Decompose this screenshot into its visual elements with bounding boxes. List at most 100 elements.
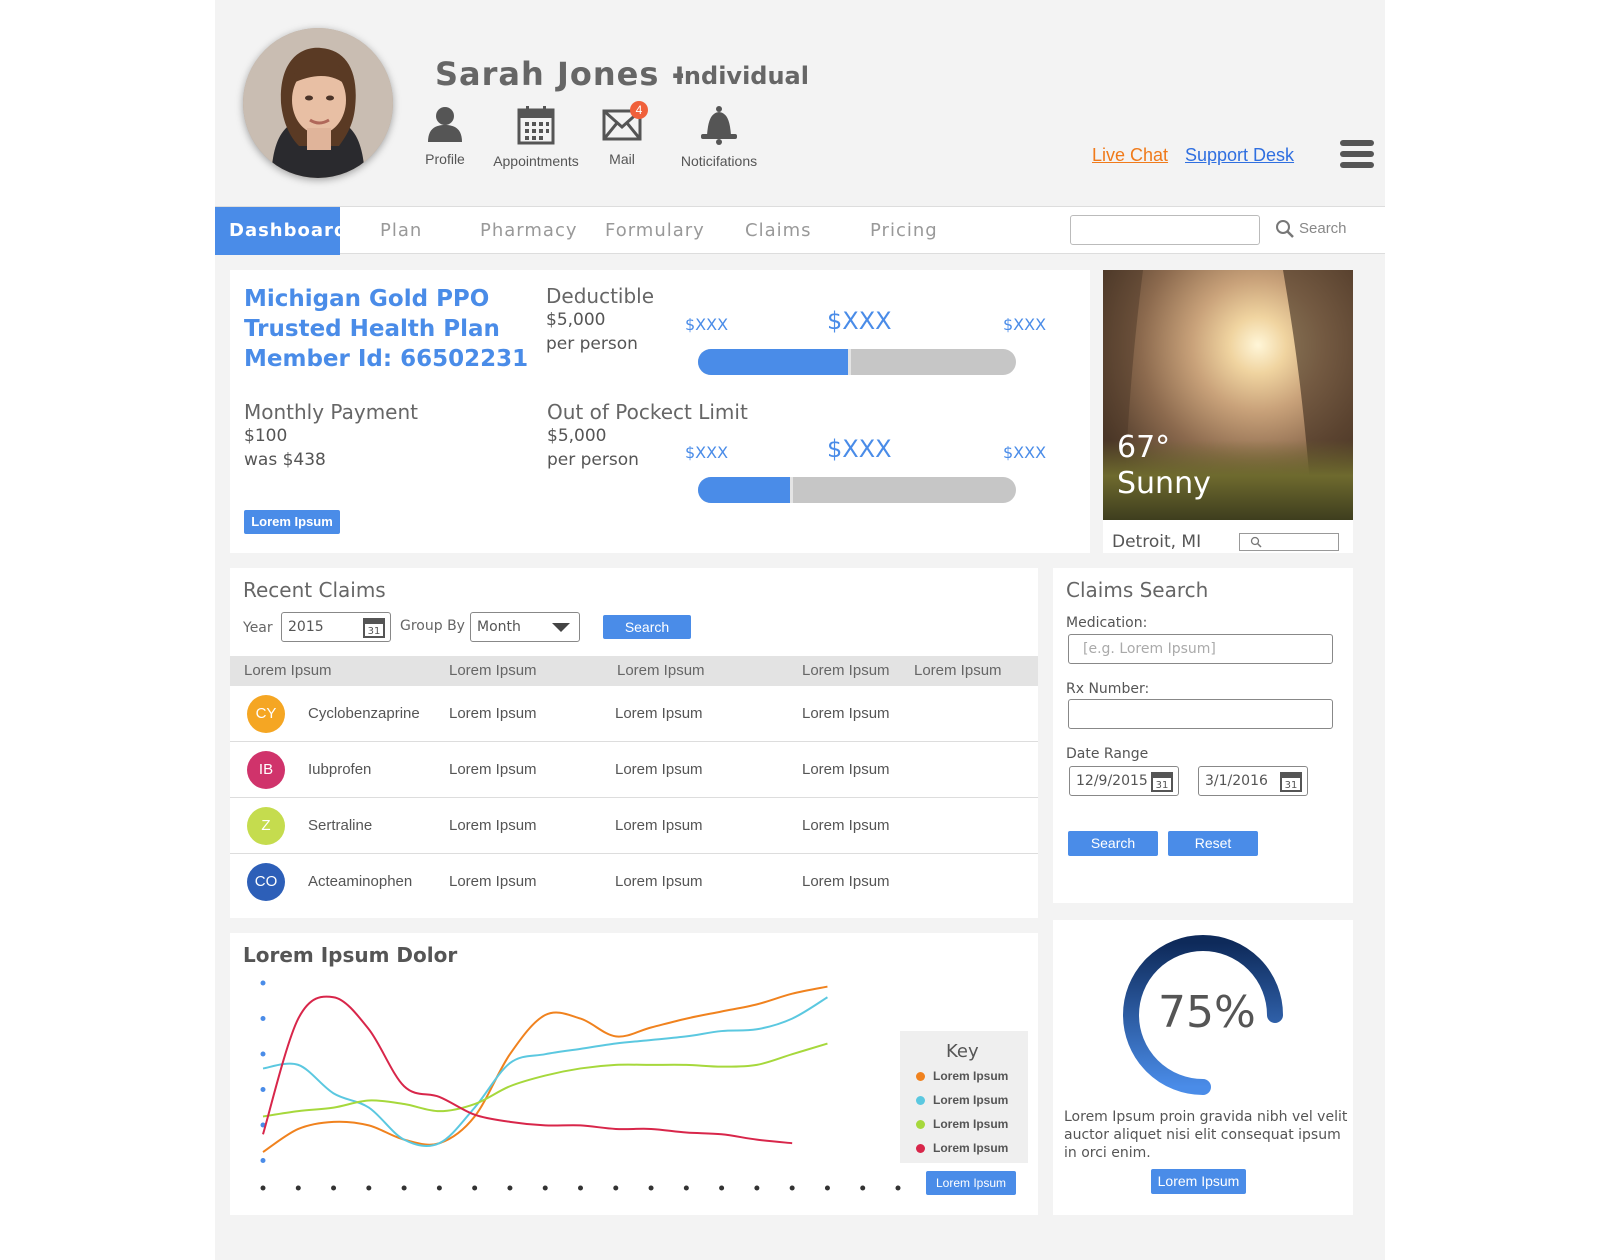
oop-progress-bar xyxy=(698,477,1016,503)
recent-claims-title: Recent Claims xyxy=(243,578,386,602)
x-axis-tick xyxy=(824,1185,830,1191)
calendar-icon[interactable]: 31 xyxy=(363,616,385,638)
drug-initials-badge: Z xyxy=(247,807,285,845)
calendar-icon[interactable]: 31 xyxy=(1151,770,1173,792)
y-axis-tick xyxy=(260,1087,266,1092)
chart-action-button[interactable]: Lorem Ipsum xyxy=(926,1171,1016,1195)
table-row[interactable]: CY Cyclobenzaprine Lorem Ipsum Lorem Ips… xyxy=(230,686,1038,742)
legend-title: Key xyxy=(946,1041,979,1062)
table-cell: Lorem Ipsum xyxy=(615,873,703,890)
table-cell: Lorem Ipsum xyxy=(615,705,703,722)
table-row[interactable]: Z Sertraline Lorem Ipsum Lorem Ipsum Lor… xyxy=(230,798,1038,854)
table-cell: Lorem Ipsum xyxy=(802,817,890,834)
drug-initials-badge: CO xyxy=(247,863,285,901)
table-row[interactable]: CO Acteaminophen Lorem Ipsum Lorem Ipsum… xyxy=(230,854,1038,910)
deductible-title: Deductible xyxy=(546,284,655,308)
x-axis-tick xyxy=(860,1185,866,1191)
tab-claims[interactable]: Claims xyxy=(745,207,812,255)
group-by-select[interactable]: Month xyxy=(470,612,580,642)
user-type: Individual xyxy=(675,62,809,90)
claims-search-title: Claims Search xyxy=(1066,578,1209,602)
table-row[interactable]: IB Iubprofen Lorem Ipsum Lorem Ipsum Lor… xyxy=(230,742,1038,798)
calendar-icon xyxy=(517,106,555,145)
x-axis-tick xyxy=(260,1185,266,1191)
tab-formulary[interactable]: Formulary xyxy=(605,207,705,255)
table-cell: Lorem Ipsum xyxy=(449,705,537,722)
tab-plan[interactable]: Plan xyxy=(380,207,422,255)
year-field[interactable]: 2015 31 xyxy=(281,612,391,642)
progress-action-button[interactable]: Lorem Ipsum xyxy=(1151,1169,1246,1194)
column-header[interactable]: Lorem Ipsum xyxy=(914,662,1002,679)
deductible-amount: $5,000 xyxy=(546,310,606,330)
legend-item: Lorem Ipsum xyxy=(916,1141,1008,1155)
rx-number-input[interactable] xyxy=(1068,699,1333,729)
mail-nav[interactable]: 4 Mail xyxy=(600,101,648,167)
x-axis-tick xyxy=(719,1185,725,1191)
medication-input[interactable]: [e.g. Lorem Ipsum] xyxy=(1068,634,1333,664)
table-cell: Lorem Ipsum xyxy=(802,873,890,890)
search-icon xyxy=(1276,220,1294,238)
legend-label: Lorem Ipsum xyxy=(933,1069,1009,1083)
claims-search-card: Claims Search Medication: [e.g. Lorem Ip… xyxy=(1053,568,1353,903)
column-header[interactable]: Lorem Ipsum xyxy=(617,662,705,679)
weather-search-input[interactable] xyxy=(1239,533,1339,551)
user-name: Sarah Jones - xyxy=(435,55,686,93)
table-cell: Lorem Ipsum xyxy=(449,873,537,890)
avatar[interactable] xyxy=(243,28,393,178)
y-axis-tick xyxy=(260,1051,266,1057)
nav-search-button[interactable]: Search xyxy=(1275,219,1347,239)
drug-name: Cyclobenzaprine xyxy=(308,705,420,722)
tab-dashboard[interactable]: Dashboard xyxy=(215,207,347,255)
x-axis-tick xyxy=(331,1185,337,1191)
table-cell: Lorem Ipsum xyxy=(449,817,537,834)
notifications-nav[interactable]: Noticifations xyxy=(677,105,761,169)
person-icon xyxy=(428,107,462,142)
medication-label: Medication: xyxy=(1066,615,1148,631)
calendar-icon[interactable]: 31 xyxy=(1280,770,1302,792)
legend-item: Lorem Ipsum xyxy=(916,1069,1008,1083)
live-chat-link[interactable]: Live Chat xyxy=(1092,145,1168,166)
date-from-field[interactable]: 12/9/2015 31 xyxy=(1069,766,1179,796)
deductible-current-label: $XXX xyxy=(827,307,892,335)
hamburger-menu-icon[interactable] xyxy=(1340,140,1374,170)
appointments-nav[interactable]: Appointments xyxy=(490,105,582,169)
recent-claims-search-button[interactable]: Search xyxy=(603,615,691,639)
column-header[interactable]: Lorem Ipsum xyxy=(802,662,890,679)
deductible-unit: per person xyxy=(546,334,638,354)
date-from-value: 12/9/2015 xyxy=(1076,773,1148,789)
drug-name: Sertraline xyxy=(308,817,373,834)
plan-action-button[interactable]: Lorem Ipsum xyxy=(244,510,340,534)
x-axis-tick xyxy=(472,1185,478,1191)
deductible-max-label: $XXX xyxy=(1003,315,1047,334)
weather-city: Detroit, MI xyxy=(1112,532,1202,552)
x-axis-tick xyxy=(366,1185,372,1191)
profile-nav[interactable]: Profile xyxy=(423,105,467,167)
weather-temperature: 67° xyxy=(1117,430,1171,465)
chart-legend: Key Lorem Ipsum Lorem Ipsum Lorem Ipsum … xyxy=(900,1031,1028,1163)
x-axis-tick xyxy=(542,1185,548,1191)
oop-current-label: $XXX xyxy=(827,435,892,463)
appointments-label: Appointments xyxy=(493,153,579,169)
nav-search-input[interactable] xyxy=(1070,215,1260,245)
legend-label: Lorem Ipsum xyxy=(933,1141,1009,1155)
y-axis-tick xyxy=(260,980,266,986)
nav-search-label: Search xyxy=(1299,219,1347,237)
y-axis-tick xyxy=(260,1016,266,1021)
date-to-field[interactable]: 3/1/2016 31 xyxy=(1198,766,1308,796)
support-desk-link[interactable]: Support Desk xyxy=(1185,145,1294,166)
claims-search-button[interactable]: Search xyxy=(1068,831,1158,856)
x-axis-tick xyxy=(436,1185,442,1191)
drug-name: Iubprofen xyxy=(308,761,372,778)
group-by-value: Month xyxy=(477,619,521,635)
x-axis-tick xyxy=(613,1185,619,1191)
progress-percent: 75% xyxy=(1158,987,1256,1038)
column-header[interactable]: Lorem Ipsum xyxy=(449,662,537,679)
claims-reset-button[interactable]: Reset xyxy=(1168,831,1258,856)
plan-name-line2: Trusted Health Plan xyxy=(244,316,500,342)
oop-title: Out of Pockect Limit xyxy=(547,400,748,424)
tab-pricing[interactable]: Pricing xyxy=(870,207,938,255)
series-line-0 xyxy=(262,985,828,1153)
column-header[interactable]: Lorem Ipsum xyxy=(244,662,332,679)
legend-label: Lorem Ipsum xyxy=(933,1117,1009,1131)
tab-pharmacy[interactable]: Pharmacy xyxy=(480,207,578,255)
